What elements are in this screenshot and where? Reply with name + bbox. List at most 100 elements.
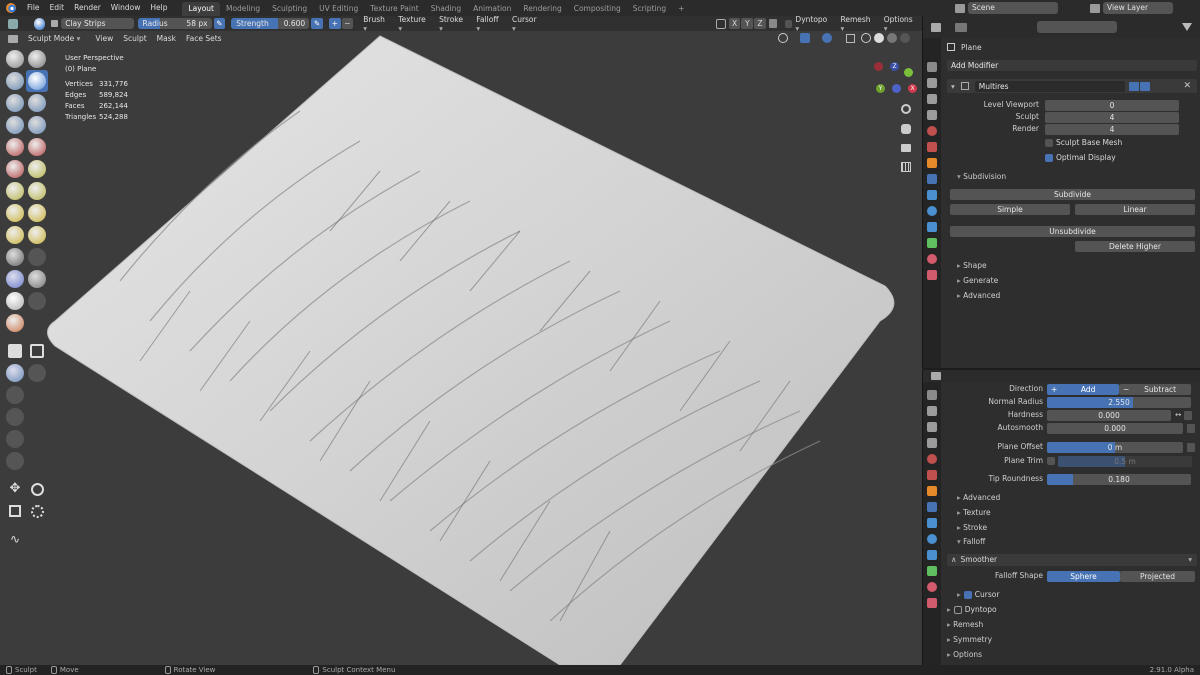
remesh-dropdown[interactable]: Remesh [836,15,879,33]
outliner-editor-icon[interactable] [931,22,941,32]
tool-scrape[interactable] [4,180,26,202]
collapse-chevron-icon[interactable]: ▾ [951,82,955,91]
gizmo-neg-y[interactable] [904,68,913,77]
mode-dropdown[interactable]: Sculpt Mode [24,34,84,43]
options-panel[interactable]: Options [947,649,982,661]
level-viewport-field[interactable]: 0 [1045,99,1179,111]
wireframe-shading-icon[interactable] [861,33,871,43]
tool-fill[interactable] [26,158,48,180]
brush-material-tab-icon[interactable] [927,582,937,592]
brush-modifier-tab-icon[interactable] [927,502,937,512]
brush-texture-subpanel[interactable]: Texture [957,507,990,519]
render-tab-icon[interactable] [927,78,937,88]
tab-rendering[interactable]: Rendering [517,2,567,16]
output-tab-icon[interactable] [927,94,937,104]
tab-modeling[interactable]: Modeling [220,2,266,16]
menu-face-sets[interactable]: Face Sets [181,31,227,46]
delete-higher-button[interactable]: Delete Higher [1075,241,1195,252]
tool-draw-face-sets[interactable] [4,362,26,384]
simple-button[interactable]: Simple [950,204,1070,215]
falloff-projected-toggle[interactable]: Projected [1120,570,1195,582]
tool-line-project[interactable] [4,428,26,450]
gizmo-x[interactable]: X [908,84,917,93]
tool-nudge[interactable] [4,268,26,290]
tool-transform[interactable] [26,500,48,522]
tool-box-face-set[interactable] [26,362,48,384]
dyntopo-panel[interactable]: ▸ Dyntopo [947,604,997,616]
subdivide-button[interactable]: Subdivide [950,189,1195,200]
physics-tab-icon[interactable] [927,206,937,216]
material-shading-icon[interactable] [887,33,897,43]
constraints-tab-icon[interactable] [927,222,937,232]
tool-grab[interactable] [26,202,48,224]
brush-particles-tab-icon[interactable] [927,518,937,528]
sculpt-base-mesh-checkbox[interactable] [1045,139,1053,147]
texture-tab-icon[interactable] [927,270,937,280]
hardness-pressure-icon[interactable] [1184,410,1193,420]
menu-edit[interactable]: Edit [45,0,70,16]
render-toggle-icon[interactable] [1139,81,1150,91]
sculpt-level-field[interactable]: 4 [1045,111,1179,123]
view-layer-tab-icon[interactable] [927,110,937,120]
camera-icon[interactable] [901,144,911,152]
tool-mesh-filter[interactable] [4,450,26,472]
tool-lasso-trim[interactable] [4,406,26,428]
menu-render[interactable]: Render [69,0,106,16]
add-workspace-button[interactable]: + [672,2,690,16]
tip-roundness-slider[interactable]: 0.180 [1047,473,1191,485]
remove-modifier-icon[interactable]: ✕ [1183,81,1191,91]
cursor-dropdown[interactable]: Cursor [508,15,546,33]
brush-panel-editor-icon[interactable] [931,372,941,380]
cursor-checkbox[interactable] [963,591,972,599]
brush-render-tab-icon[interactable] [927,406,937,416]
world-tab-icon[interactable] [927,142,937,152]
object-tab-icon[interactable] [927,158,937,168]
tool-pinch[interactable] [4,202,26,224]
gizmo-y[interactable]: Y [876,84,885,93]
tool-boundary[interactable] [26,290,48,312]
plane-offset-slider[interactable]: 0 m [1047,441,1183,453]
tool-box-mask[interactable] [26,340,48,362]
menu-file[interactable]: File [22,0,45,16]
tool-annotate[interactable]: ∿ [4,528,26,550]
texture-dropdown[interactable]: Texture [394,15,435,33]
symmetry-z-button[interactable]: Z [754,18,766,29]
tab-scripting[interactable]: Scripting [627,2,672,16]
brush-tool-tab-icon[interactable] [927,390,937,400]
autosmooth-slider[interactable]: 0.000 [1047,422,1183,434]
tab-layout[interactable]: Layout [182,1,220,16]
hardness-invert-icon[interactable]: ↔ [1175,409,1181,421]
sculpt-base-mesh-row[interactable]: Sculpt Base Mesh [1045,137,1195,149]
strength-pressure-icon[interactable]: ✎ [311,18,323,29]
tool-thumb[interactable] [4,246,26,268]
normal-radius-slider[interactable]: 2.550 [1047,396,1191,408]
tool-inflate[interactable] [4,114,26,136]
tool-cloth[interactable] [4,312,26,334]
falloff-dropdown[interactable]: Falloff [472,15,508,33]
3d-viewport[interactable] [0,31,922,665]
direction-subtract-button[interactable]: − [341,18,354,29]
particles-tab-icon[interactable] [927,190,937,200]
outliner-display-mode-icon[interactable] [955,22,967,32]
tab-uv-editing[interactable]: UV Editing [313,2,364,16]
tool-snake-hook[interactable] [26,224,48,246]
brush-constraints-tab-icon[interactable] [927,550,937,560]
linear-button[interactable]: Linear [1075,204,1195,215]
brush-physics-tab-icon[interactable] [927,534,937,544]
tool-clay[interactable] [4,70,26,92]
falloff-preset-dropdown[interactable]: ∧ Smoother ▾ [947,554,1197,566]
direction-add-toggle[interactable]: + Add [1047,383,1119,395]
tool-flatten[interactable] [4,158,26,180]
symmetry-panel[interactable]: Symmetry [947,634,992,646]
strength-slider[interactable]: Strength 0.600 [231,18,310,29]
tool-draw[interactable] [4,48,26,70]
tab-texture-paint[interactable]: Texture Paint [364,2,424,16]
tool-pose[interactable] [26,246,48,268]
visibility-icon[interactable] [778,33,788,43]
menu-window[interactable]: Window [106,0,146,16]
modifier-name-field[interactable]: Multires [974,80,1125,92]
brush-preview-icon[interactable] [33,17,46,30]
dyntopo-checkbox[interactable] [784,19,793,28]
brush-falloff-subpanel[interactable]: Falloff [957,536,985,548]
radius-pressure-icon[interactable]: ✎ [213,18,226,29]
